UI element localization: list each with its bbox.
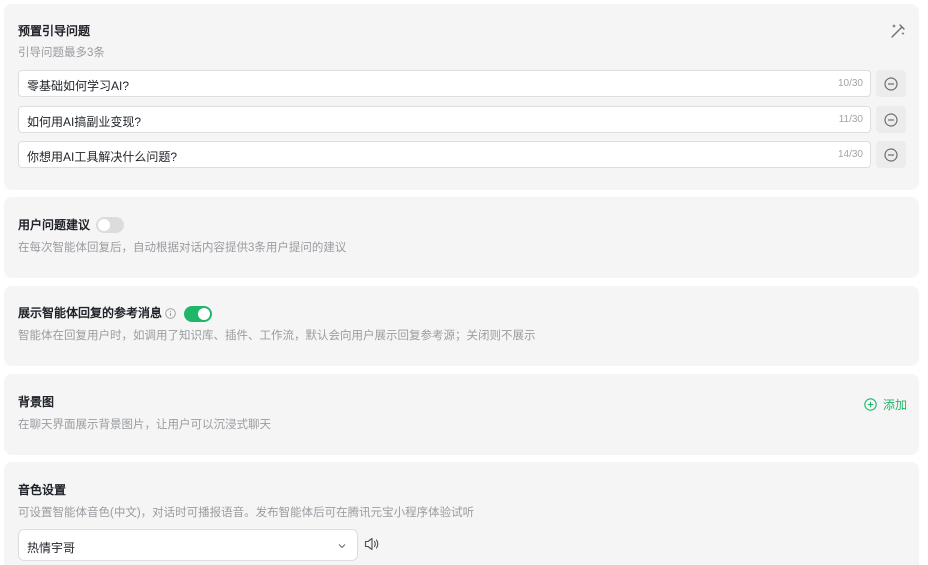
- question-text: 你想用AI工具解决什么问题?: [27, 150, 178, 164]
- show-references-card: 展示智能体回复的参考消息 智能体在回复用户时，如调用了知识库、插件、工作流，默认…: [4, 286, 919, 366]
- toggle-knob: [98, 219, 110, 231]
- user-suggestions-toggle[interactable]: [96, 217, 124, 233]
- magic-wand-icon[interactable]: [889, 22, 907, 40]
- user-suggestions-card: 用户问题建议 在每次智能体回复后，自动根据对话内容提供3条用户提问的建议: [4, 197, 919, 278]
- show-references-desc: 智能体在回复用户时，如调用了知识库、插件、工作流，默认会向用户展示回复参考源；关…: [18, 330, 536, 342]
- speaker-icon[interactable]: [364, 537, 380, 551]
- question-text: 零基础如何学习AI?: [27, 79, 130, 93]
- preset-questions-title: 预置引导问题: [18, 24, 91, 38]
- background-title: 背景图: [18, 395, 55, 409]
- question-text: 如何用AI搞副业变现?: [27, 115, 142, 129]
- background-desc: 在聊天界面展示背景图片，让用户可以沉浸式聊天: [18, 419, 271, 431]
- question-row: 你想用AI工具解决什么问题? 14/30: [18, 141, 906, 168]
- remove-question-button[interactable]: [876, 70, 906, 97]
- question-char-count: 14/30: [837, 149, 863, 160]
- preset-questions-card: 预置引导问题 引导问题最多3条 零基础如何学习AI? 10/30 如何用AI搞副…: [4, 4, 919, 190]
- question-char-count: 10/30: [837, 78, 863, 89]
- show-references-toggle[interactable]: [184, 306, 212, 322]
- voice-select[interactable]: 热情宇哥: [18, 529, 358, 561]
- voice-settings-desc: 可设置智能体音色(中文)，对话时可播报语音。发布智能体后可在腾讯元宝小程序体验试…: [18, 507, 475, 519]
- preset-questions-subtitle: 引导问题最多3条: [18, 47, 105, 59]
- toggle-knob: [198, 308, 210, 320]
- question-row: 零基础如何学习AI? 10/30: [18, 70, 906, 97]
- minus-circle-icon: [884, 147, 898, 162]
- user-suggestions-desc: 在每次智能体回复后，自动根据对话内容提供3条用户提问的建议: [18, 242, 347, 254]
- background-card: 背景图 在聊天界面展示背景图片，让用户可以沉浸式聊天 添加: [4, 374, 919, 455]
- plus-circle-icon: [864, 398, 877, 411]
- remove-question-button[interactable]: [876, 141, 906, 168]
- add-background-label: 添加: [882, 398, 907, 412]
- chevron-down-icon: [338, 544, 346, 549]
- question-input[interactable]: 零基础如何学习AI? 10/30: [18, 70, 871, 97]
- add-background-button[interactable]: 添加: [864, 396, 907, 413]
- voice-settings-title: 音色设置: [18, 483, 67, 497]
- info-icon[interactable]: [165, 308, 176, 319]
- minus-circle-icon: [884, 76, 898, 91]
- minus-circle-icon: [884, 112, 898, 127]
- question-input[interactable]: 你想用AI工具解决什么问题? 14/30: [18, 141, 871, 168]
- show-references-title: 展示智能体回复的参考消息: [18, 306, 163, 320]
- remove-question-button[interactable]: [876, 106, 906, 133]
- question-input[interactable]: 如何用AI搞副业变现? 11/30: [18, 106, 871, 133]
- question-row: 如何用AI搞副业变现? 11/30: [18, 106, 906, 133]
- voice-settings-card: 音色设置 可设置智能体音色(中文)，对话时可播报语音。发布智能体后可在腾讯元宝小…: [4, 462, 919, 565]
- question-char-count: 11/30: [838, 114, 863, 125]
- voice-selected-value: 热情宇哥: [27, 541, 76, 555]
- user-suggestions-title: 用户问题建议: [18, 218, 91, 232]
